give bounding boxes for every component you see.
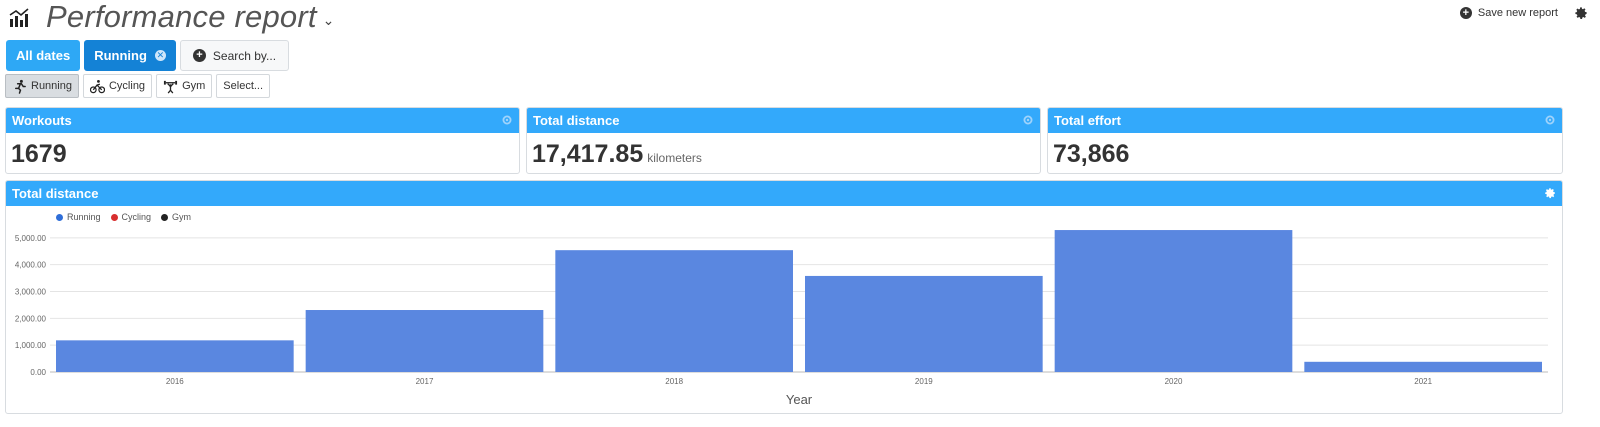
gear-icon[interactable] (1574, 6, 1588, 20)
bar-2020[interactable] (1054, 230, 1293, 372)
x-tick-label: 2016 (166, 377, 184, 386)
gear-icon[interactable] (1544, 114, 1556, 126)
x-tick-label: 2018 (665, 377, 683, 386)
y-tick-label: 3,000.00 (15, 288, 47, 297)
y-tick-label: 0.00 (30, 368, 46, 377)
tab-label: Select... (223, 80, 264, 92)
x-tick-label: 2020 (1165, 377, 1183, 386)
tab-label: Gym (182, 80, 206, 92)
panel-title: Workouts (12, 113, 72, 128)
save-new-report-label: Save new report (1477, 7, 1558, 19)
running-filter[interactable]: Running ✕ (84, 40, 176, 71)
panel-title: Total distance (533, 113, 620, 128)
panel-header: Total distance (6, 181, 1562, 206)
close-icon[interactable]: ✕ (154, 50, 166, 61)
activity-tabs: Running Cycling Gym Select... (5, 74, 271, 98)
cycling-icon (89, 79, 105, 93)
total-distance-panel: Total distance 17,417.85 kilometers (526, 107, 1041, 174)
bar-2019[interactable] (805, 275, 1043, 372)
chart-title: Total distance (12, 186, 99, 201)
x-tick-label: 2019 (915, 377, 933, 386)
y-tick-label: 5,000.00 (15, 234, 47, 243)
y-tick-label: 4,000.00 (15, 261, 47, 270)
total-effort-panel: Total effort 73,866 (1047, 107, 1563, 174)
tab-gym[interactable]: Gym (156, 74, 213, 98)
bar-2021[interactable] (1304, 361, 1542, 372)
all-dates-filter[interactable]: All dates (6, 40, 81, 71)
tab-cycling[interactable]: Cycling (82, 74, 153, 98)
gear-icon[interactable] (1022, 114, 1034, 126)
panel-header: Total distance (527, 108, 1040, 133)
panel-title: Total effort (1054, 113, 1121, 128)
stat-value: 17,417.85 kilometers (527, 133, 1040, 169)
save-new-report-button[interactable]: + Save new report (1459, 7, 1558, 19)
plus-circle-icon: + (192, 49, 206, 62)
tab-running[interactable]: Running (5, 74, 79, 98)
bar-chart: 0.00 1,000.00 2,000.00 3,000.00 4,000.00 5,00… (15, 230, 1548, 407)
total-distance-value: 17,417.85 (532, 140, 644, 168)
activity-select-dropdown[interactable]: Select... (216, 74, 271, 98)
search-by-label: Search by... (212, 48, 277, 63)
bar-2018[interactable] (555, 250, 793, 372)
bar-2016[interactable] (56, 340, 294, 372)
distance-chart-panel: Total distance Running Cycling Gym 0.00 1… (5, 180, 1563, 414)
chevron-down-icon[interactable]: ⌄ (323, 12, 335, 29)
running-icon (15, 79, 26, 94)
gym-icon (164, 80, 178, 93)
gear-icon[interactable] (1544, 187, 1556, 199)
workouts-panel: Workouts 1679 (5, 107, 520, 174)
distance-unit: kilometers (647, 151, 702, 165)
running-filter-label: Running (94, 48, 147, 63)
plus-circle-icon: + (1459, 7, 1472, 19)
total-effort-value: 73,866 (1053, 140, 1130, 168)
bar-chart-icon (9, 8, 29, 27)
bar-2017[interactable] (305, 310, 544, 372)
stat-value: 73,866 (1048, 133, 1562, 169)
x-tick-label: 2017 (416, 377, 434, 386)
x-tick-label: 2021 (1414, 377, 1432, 386)
panel-header: Workouts (6, 108, 519, 133)
y-tick-label: 2,000.00 (15, 314, 47, 323)
workouts-count: 1679 (11, 140, 67, 168)
tab-label: Cycling (108, 80, 146, 92)
stat-value: 1679 (6, 133, 519, 169)
search-by-button[interactable]: + Search by... (179, 40, 290, 71)
page-header: Performance report ⌄ (8, 0, 334, 34)
panel-header: Total effort (1048, 108, 1562, 133)
gear-icon[interactable] (501, 114, 513, 126)
y-tick-label: 1,000.00 (15, 341, 47, 350)
header-actions: + Save new report (1459, 6, 1588, 20)
x-axis-label: Year (786, 392, 813, 407)
page-title: Performance report (46, 0, 317, 34)
tab-label: Running (31, 80, 72, 92)
filter-bar: All dates Running ✕ + Search by... (6, 40, 290, 71)
